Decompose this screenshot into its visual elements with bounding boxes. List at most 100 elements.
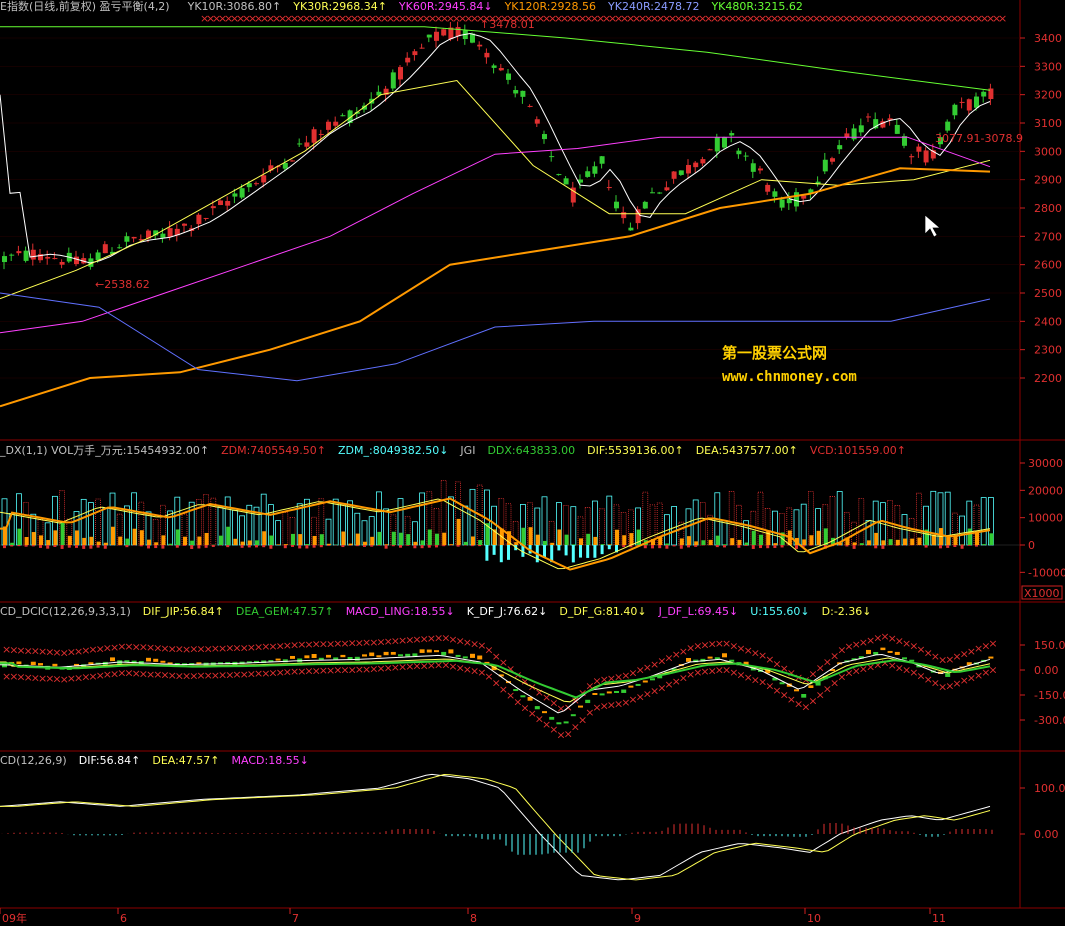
candle-body bbox=[160, 233, 166, 238]
candle-body bbox=[866, 116, 871, 118]
candle-body bbox=[599, 156, 605, 164]
chart-canvas[interactable]: 3400 3300 3200 3100 3000 2900 2800 2700 2600 2500… bbox=[0, 0, 1065, 926]
candle-body bbox=[520, 90, 526, 97]
vol-fill-bar bbox=[687, 536, 691, 545]
vol-tick-4: -10000 bbox=[1028, 566, 1065, 579]
dcic-candle bbox=[376, 655, 382, 658]
vol-neg-bar bbox=[557, 545, 561, 551]
vol-fill-bar bbox=[39, 535, 43, 545]
vol-fill-bar bbox=[852, 542, 857, 545]
dcic-candle bbox=[880, 647, 886, 651]
vol-fill-bar bbox=[10, 542, 15, 545]
vol-neg-bar bbox=[687, 545, 690, 548]
vol-bar bbox=[570, 506, 577, 546]
vol-fill-bar bbox=[341, 531, 346, 545]
vol-fill-bar bbox=[679, 538, 684, 545]
candle-body bbox=[74, 256, 79, 265]
dcic-candle bbox=[592, 692, 598, 695]
candle-body bbox=[484, 52, 490, 58]
vol-neg-bar bbox=[427, 545, 431, 548]
dcic-candle bbox=[686, 657, 691, 662]
candle-body bbox=[477, 44, 483, 47]
vol-fill-bar bbox=[823, 528, 828, 545]
vol-fill-bar bbox=[571, 544, 576, 545]
vol-fill-bar bbox=[154, 542, 159, 545]
vol-fill-bar bbox=[384, 544, 389, 545]
candle-body bbox=[534, 119, 540, 124]
candle-body bbox=[333, 121, 339, 126]
candle-body bbox=[491, 65, 497, 68]
dcic-tick-0: 150.0 bbox=[1034, 639, 1065, 652]
dcic-candle bbox=[520, 695, 526, 698]
vol-bar bbox=[800, 503, 807, 546]
dcic-candle bbox=[398, 654, 403, 657]
vol-neg-bar bbox=[586, 545, 590, 558]
vol-neg-bar bbox=[679, 545, 683, 549]
candle-body bbox=[455, 27, 461, 37]
time-label-2: 7 bbox=[292, 912, 299, 925]
candle-body bbox=[729, 133, 735, 136]
vol-fill-bar bbox=[89, 536, 94, 545]
vol-neg-bar bbox=[406, 545, 410, 546]
vol-fill-bar bbox=[348, 543, 353, 545]
series-line-YK240R bbox=[0, 292, 991, 382]
main-tick-9: 2500 bbox=[1034, 287, 1062, 300]
vol-bar bbox=[599, 508, 605, 546]
vol-fill-bar bbox=[17, 528, 22, 545]
vol-bar bbox=[383, 508, 390, 546]
macd-tick-1: 0.00 bbox=[1034, 828, 1059, 841]
vol-neg-bar bbox=[579, 545, 582, 558]
vol-neg-bar bbox=[355, 545, 359, 547]
vol-fill-bar bbox=[24, 537, 29, 545]
dcic-tick-2: -150.0 bbox=[1034, 689, 1065, 702]
candle-body bbox=[585, 171, 591, 177]
vol-neg-bar bbox=[125, 545, 129, 548]
candle-body bbox=[16, 251, 22, 254]
vol-neg-bar bbox=[499, 545, 503, 563]
vol-neg-bar bbox=[694, 545, 698, 547]
vol-fill-bar bbox=[737, 539, 742, 545]
vol-fill-bar bbox=[298, 534, 303, 545]
vol-fill-bar bbox=[420, 540, 425, 545]
vol-fill-bar bbox=[586, 533, 591, 545]
annotation-low: ←2538.62 bbox=[95, 278, 150, 291]
dcic-candle bbox=[635, 683, 641, 686]
vol-neg-bar bbox=[485, 545, 489, 561]
dcic-candle bbox=[412, 653, 418, 657]
vol-fill-bar bbox=[139, 530, 144, 545]
vol-neg-bar bbox=[291, 545, 294, 547]
vol-fill-bar bbox=[694, 541, 699, 545]
vol-fill-bar bbox=[881, 540, 886, 545]
dcic-candle bbox=[621, 689, 627, 693]
vol-fill-bar bbox=[197, 536, 202, 545]
vol-fill-bar bbox=[118, 536, 123, 545]
candle-body bbox=[318, 133, 324, 135]
vol-neg-bar bbox=[341, 545, 345, 548]
vol-neg-bar bbox=[89, 545, 93, 549]
dcic-candle bbox=[110, 657, 115, 662]
dcic-candle bbox=[902, 657, 907, 660]
vol-neg-bar bbox=[391, 545, 395, 547]
candle-body bbox=[952, 104, 958, 116]
vol-neg-bar bbox=[852, 545, 856, 549]
vol-fill-bar bbox=[730, 538, 735, 545]
vol-neg-bar bbox=[298, 545, 302, 549]
vol-neg-bar bbox=[845, 545, 849, 547]
vol-fill-bar bbox=[751, 530, 756, 545]
vol-bar bbox=[959, 515, 965, 546]
dcic-candle bbox=[707, 656, 713, 659]
vol-neg-bar bbox=[67, 545, 71, 548]
candle-body bbox=[736, 150, 742, 155]
vol-fill-bar bbox=[600, 544, 605, 545]
candle-body bbox=[9, 254, 15, 256]
vol-fill-bar bbox=[190, 540, 195, 545]
candle-body bbox=[779, 199, 785, 208]
vol-bar bbox=[671, 506, 677, 546]
candle-body bbox=[304, 142, 310, 147]
vol-neg-bar bbox=[766, 545, 770, 549]
vol-fill-bar bbox=[363, 541, 367, 545]
vol-neg-bar bbox=[780, 545, 784, 548]
vol-fill-bar bbox=[60, 522, 65, 545]
vol-fill-bar bbox=[168, 543, 173, 545]
vol-fill-bar bbox=[593, 536, 598, 545]
